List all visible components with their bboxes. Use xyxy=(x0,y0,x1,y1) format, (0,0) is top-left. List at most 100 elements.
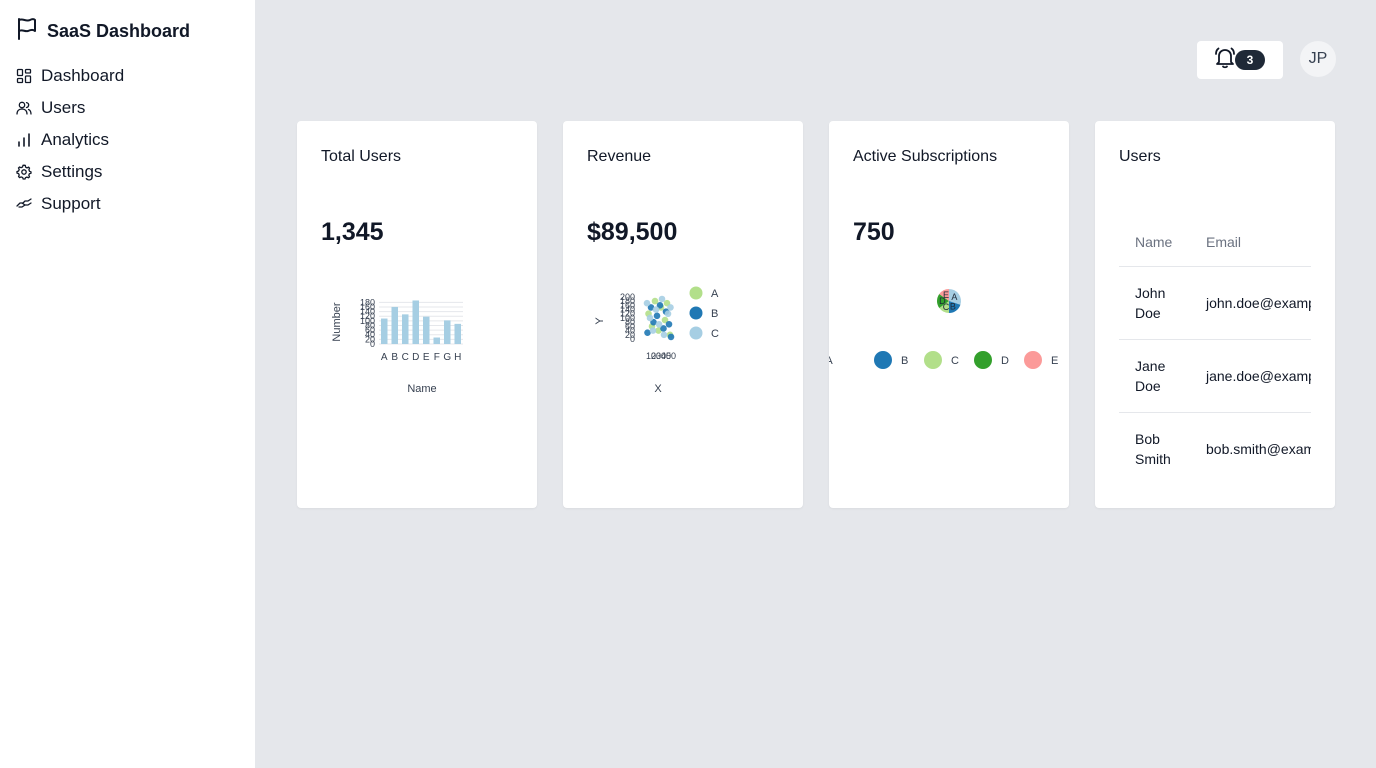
sidebar-item-support[interactable]: Support xyxy=(16,188,124,220)
sidebar-nav: Dashboard Users Analytics Settings Suppo… xyxy=(16,60,124,220)
notifications-button[interactable]: 3 xyxy=(1197,41,1283,79)
users-table-container[interactable]: Name Email John Doe john.doe@example.com… xyxy=(1119,218,1311,485)
table-row[interactable]: Jane Doe jane.doe@example.com xyxy=(1119,339,1311,413)
handshake-icon xyxy=(16,196,32,212)
legend-label: D xyxy=(1001,355,1009,367)
column-header-name[interactable]: Name xyxy=(1119,218,1190,267)
table-row[interactable]: John Doe john.doe@example.com xyxy=(1119,266,1311,340)
scatter-point xyxy=(652,306,660,313)
legend-label: C xyxy=(951,355,959,367)
dashboard-icon xyxy=(16,68,32,84)
scatter-point xyxy=(667,333,675,341)
user-name-cell: Jane Doe xyxy=(1119,339,1190,413)
legend-label: C xyxy=(711,328,719,340)
legend-label: B xyxy=(901,355,908,367)
total-users-bar-chart: 020406080100120140160180A B C D E F G HNameNumb… xyxy=(331,297,463,395)
x-tick-label: C xyxy=(402,352,409,363)
legend-marker xyxy=(924,351,942,369)
user-email-cell: bob.smith@example.com xyxy=(1206,440,1311,457)
x-tick-label: A xyxy=(381,352,388,363)
pie-slice-label: B xyxy=(950,301,956,311)
legend-label: E xyxy=(1051,355,1058,367)
x-tick-label: 50 xyxy=(666,351,676,361)
legend-label: B xyxy=(711,308,718,320)
card-title: Active Subscriptions xyxy=(853,148,998,165)
bar xyxy=(443,320,451,344)
card-title: Total Users xyxy=(321,148,402,165)
x-axis-label: Name xyxy=(407,383,436,395)
pie-slice-label: E xyxy=(943,290,949,300)
revenue-scatter-chart: 0204060801001201401601802001020304050ABC… xyxy=(594,286,719,395)
legend-marker xyxy=(1024,351,1042,369)
column-header-email[interactable]: Email xyxy=(1190,218,1311,267)
flag-icon xyxy=(16,17,38,46)
sidebar-item-label: Support xyxy=(41,194,101,213)
x-tick-label: G xyxy=(443,352,451,363)
x-tick-label: H xyxy=(454,352,461,363)
users-icon xyxy=(16,100,32,116)
y-tick-label: 200 xyxy=(620,292,635,302)
gear-icon xyxy=(16,164,32,180)
legend-marker xyxy=(974,351,992,369)
legend-marker xyxy=(689,286,703,300)
subscriptions-card: Active Subscriptions 750 ABCDEABCDE xyxy=(829,121,1069,508)
x-tick-label: E xyxy=(423,352,430,363)
bar xyxy=(391,306,399,344)
sidebar-item-users[interactable]: Users xyxy=(16,92,124,124)
sidebar-item-label: Analytics xyxy=(41,130,110,149)
y-tick-label: 180 xyxy=(360,297,375,307)
scatter-point xyxy=(646,314,654,322)
bar-chart-icon xyxy=(16,132,32,148)
y-axis-label: Number xyxy=(331,302,343,341)
sidebar-item-dashboard[interactable]: Dashboard xyxy=(16,60,124,92)
bell-icon xyxy=(1213,46,1237,75)
scatter-point xyxy=(660,331,668,339)
card-value: 750 xyxy=(853,218,895,246)
bar xyxy=(380,318,388,344)
notification-count-badge: 3 xyxy=(1235,50,1265,70)
sidebar-item-analytics[interactable]: Analytics xyxy=(16,124,124,156)
sidebar: SaaS Dashboard Dashboard Users Analytics… xyxy=(0,0,256,768)
card-title: Revenue xyxy=(587,148,652,165)
card-title: Users xyxy=(1119,148,1161,165)
total-users-card: Total Users 1,345 0 20 40 60 80 100 120 140 160 1… xyxy=(297,121,537,508)
legend-label: A xyxy=(829,355,833,367)
scatter-point xyxy=(653,312,661,320)
scatter-point xyxy=(655,320,663,328)
x-tick-label: D xyxy=(412,352,419,363)
scatter-point xyxy=(667,304,674,311)
y-axis-label: Y xyxy=(594,317,606,325)
user-email-cell: john.doe@example.com xyxy=(1190,266,1311,340)
sidebar-item-settings[interactable]: Settings xyxy=(16,156,124,188)
bar xyxy=(433,337,441,344)
scatter-point xyxy=(643,299,651,307)
sidebar-item-label: Users xyxy=(41,98,86,117)
brand[interactable]: SaaS Dashboard xyxy=(16,17,190,46)
subscriptions-pie-chart: ABCDEABCDE xyxy=(829,289,1058,369)
revenue-card: Revenue $89,500 0 20 40 60 80 100 120 140 160 180… xyxy=(563,121,803,508)
user-email-cell: jane.doe@example.com xyxy=(1190,339,1311,413)
x-tick-label: B xyxy=(391,352,398,363)
table-header-row: Name Email xyxy=(1119,218,1311,267)
table-row[interactable]: Bob Smith bob.smith@example.com xyxy=(1119,412,1311,485)
bar xyxy=(422,316,430,344)
scatter-point xyxy=(649,327,657,334)
legend-marker xyxy=(689,326,703,340)
users-card: Users Name Email John Doe john.doe@examp… xyxy=(1095,121,1335,508)
avatar[interactable]: JP xyxy=(1300,41,1336,77)
bar xyxy=(454,323,462,344)
user-name-cell: Bob Smith xyxy=(1135,430,1171,467)
users-table: Name Email John Doe john.doe@example.com… xyxy=(1119,218,1311,485)
card-value: 1,345 xyxy=(321,218,384,246)
app-title: SaaS Dashboard xyxy=(47,21,191,41)
sidebar-item-label: Dashboard xyxy=(41,66,125,85)
sidebar-item-label: Settings xyxy=(41,162,103,181)
bar xyxy=(412,300,420,344)
legend-marker xyxy=(874,351,892,369)
user-name-cell: John Doe xyxy=(1119,266,1190,340)
legend-label: A xyxy=(711,288,719,300)
card-value: $89,500 xyxy=(587,218,678,246)
scatter-point xyxy=(665,320,673,328)
scatter-point xyxy=(664,310,672,318)
scatter-point xyxy=(658,295,666,303)
